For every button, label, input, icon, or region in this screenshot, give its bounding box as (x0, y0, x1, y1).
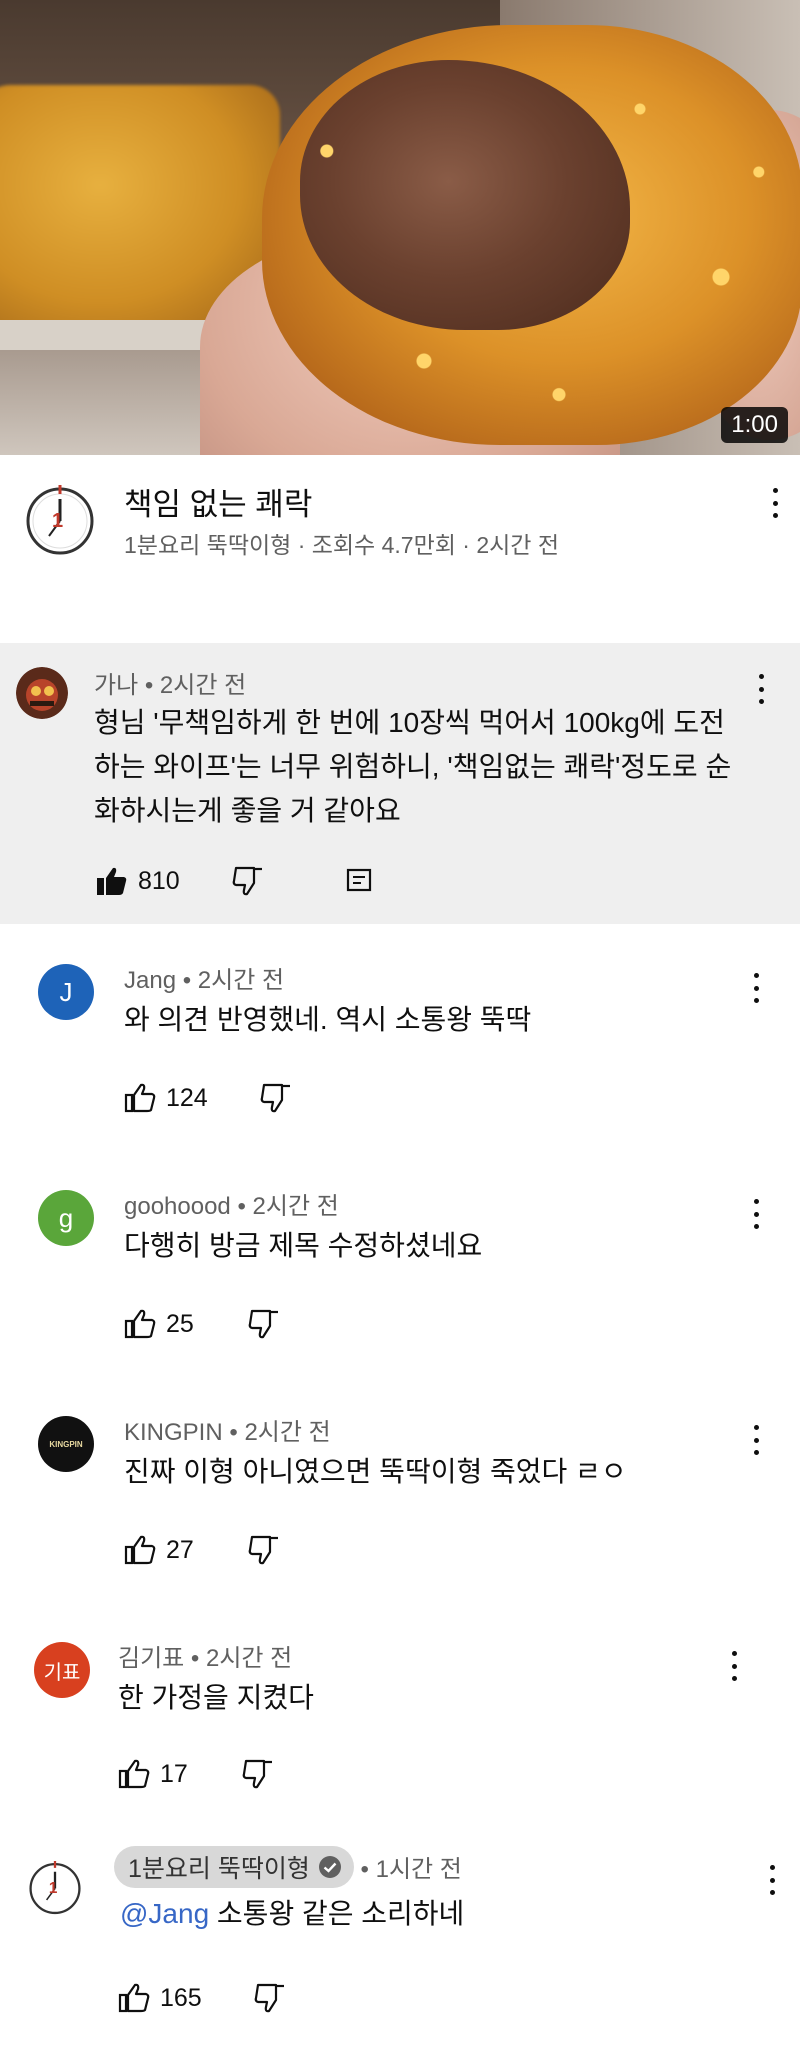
mention-link[interactable]: @Jang (120, 1898, 209, 1929)
reply-icon[interactable] (346, 868, 372, 894)
like-count: 124 (166, 1083, 208, 1112)
comment-text: 와 의견 반영했네. 역시 소통왕 뚝딱 (124, 1004, 532, 1035)
comment-header: goohoood • 2시간 전 (124, 1193, 339, 1220)
comment-avatar[interactable]: J (38, 964, 94, 1020)
thumbs-up-icon[interactable] (124, 1535, 156, 1565)
comment-header: 김기표 • 2시간 전 (118, 1645, 293, 1672)
thumbs-up-icon[interactable] (118, 1983, 150, 2013)
comment-avatar[interactable]: g (38, 1190, 94, 1246)
comment-author: 1분요리 뚝딱이형 (128, 1855, 310, 1883)
comment-text: 다행히 방금 제목 수정하셨네요 (124, 1230, 483, 1261)
like-count: 17 (160, 1759, 188, 1788)
comment-author[interactable]: Jang (124, 967, 176, 994)
comment-text: 진짜 이형 아니였으면 뚝딱이형 죽었다 ㄹㅇ (124, 1456, 627, 1487)
thumbs-up-icon[interactable] (124, 1309, 156, 1339)
like-count: 810 (138, 866, 180, 895)
comment-author[interactable]: 김기표 (118, 1645, 184, 1672)
comment-author[interactable]: goohoood (124, 1193, 231, 1220)
comment-header: 가나 • 2시간 전 (94, 672, 247, 699)
comment-more-icon[interactable] (760, 1860, 784, 1900)
comment-actions: 810 (96, 861, 372, 901)
comment-body: 소통왕 같은 소리하네 (216, 1898, 465, 1929)
comment-author[interactable]: KINGPIN (124, 1419, 223, 1446)
owner-badge[interactable]: 1분요리 뚝딱이형 (114, 1846, 354, 1888)
thumbs-down-icon[interactable] (242, 1759, 274, 1789)
comment-actions: 165 (118, 1978, 286, 2018)
comment-more-icon[interactable] (749, 669, 773, 709)
comment-text: 한 가정을 지켰다 (118, 1682, 314, 1713)
comment-more-icon[interactable] (722, 1646, 746, 1686)
comment-header: Jang • 2시간 전 (124, 967, 285, 994)
comment-item: 기표 김기표 • 2시간 전 한 가정을 지켰다 17 (0, 1638, 800, 1838)
comment-time: 1시간 전 (375, 1856, 462, 1883)
comment-time: 2시간 전 (197, 967, 285, 994)
comment-time: 2시간 전 (252, 1193, 339, 1220)
comment-actions: 124 (124, 1078, 292, 1118)
comment-actions: 27 (124, 1530, 280, 1570)
thumbs-down-icon[interactable] (260, 1083, 292, 1113)
comment-more-icon[interactable] (744, 1420, 768, 1460)
comment-time: 2시간 전 (244, 1419, 331, 1446)
svg-text:1: 1 (52, 510, 63, 532)
channel-avatar-clock-icon[interactable]: 1 (22, 481, 98, 557)
thumbs-down-icon[interactable] (248, 1535, 280, 1565)
thumbs-down-icon[interactable] (232, 866, 264, 896)
thumbs-up-icon[interactable] (118, 1759, 150, 1789)
comment-text: 형님 '무책임하게 한 번에 10장씩 먹어서 100kg에 도전하는 와이프'… (94, 707, 732, 826)
like-count: 27 (166, 1535, 194, 1564)
verified-check-icon (318, 1856, 341, 1878)
highlighted-comment: 가나 • 2시간 전 형님 '무책임하게 한 번에 10장씩 먹어서 100kg… (0, 643, 800, 924)
comment-avatar[interactable]: 기표 (34, 1642, 90, 1698)
comment-more-icon[interactable] (744, 968, 768, 1008)
comment-header: 1분요리 뚝딱이형 • 1시간 전 (114, 1846, 462, 1888)
comment-item: KINGPIN KINGPIN • 2시간 전 진짜 이형 아니였으면 뚝딱이형… (0, 1412, 800, 1612)
video-info: 1 책임 없는 쾌락 1분요리 뚝딱이형 · 조회수 4.7만회 · 2시간 전 (0, 455, 800, 645)
video-meta: 1분요리 뚝딱이형 · 조회수 4.7만회 · 2시간 전 (124, 532, 560, 558)
comment-header: KINGPIN • 2시간 전 (124, 1419, 331, 1446)
comment-time: 2시간 전 (159, 672, 247, 699)
thumbs-up-filled-icon[interactable] (96, 866, 128, 896)
like-count: 25 (166, 1309, 194, 1338)
comment-time: 2시간 전 (206, 1645, 293, 1672)
comment-actions: 25 (124, 1304, 280, 1344)
comment-actions: 17 (118, 1754, 274, 1794)
comment-item: 1 1분요리 뚝딱이형 • 1시간 전 @Jang 소통왕 같은 소리하네 16… (0, 1846, 800, 2066)
thumbs-down-icon[interactable] (254, 1983, 286, 2013)
comment-avatar[interactable] (16, 667, 68, 719)
owner-avatar-clock-icon[interactable]: 1 (26, 1858, 84, 1916)
comment-text: @Jang 소통왕 같은 소리하네 (120, 1892, 464, 1936)
comment-item: g goohoood • 2시간 전 다행히 방금 제목 수정하셨네요 25 (0, 1186, 800, 1386)
thumbnail-crumbs (262, 25, 800, 445)
comment-author[interactable]: 가나 (94, 672, 138, 699)
like-count: 165 (160, 1983, 202, 2012)
comment-item: J Jang • 2시간 전 와 의견 반영했네. 역시 소통왕 뚝딱 124 (0, 960, 800, 1160)
video-title[interactable]: 책임 없는 쾌락 (124, 479, 312, 524)
duration-badge: 1:00 (721, 407, 788, 443)
video-more-icon[interactable] (763, 483, 787, 523)
thumbs-up-icon[interactable] (124, 1083, 156, 1113)
thumbs-down-icon[interactable] (248, 1309, 280, 1339)
video-thumbnail[interactable]: 1:00 (0, 0, 800, 455)
svg-text:1: 1 (49, 1880, 58, 1897)
comment-avatar[interactable]: KINGPIN (38, 1416, 94, 1472)
comment-more-icon[interactable] (744, 1194, 768, 1234)
